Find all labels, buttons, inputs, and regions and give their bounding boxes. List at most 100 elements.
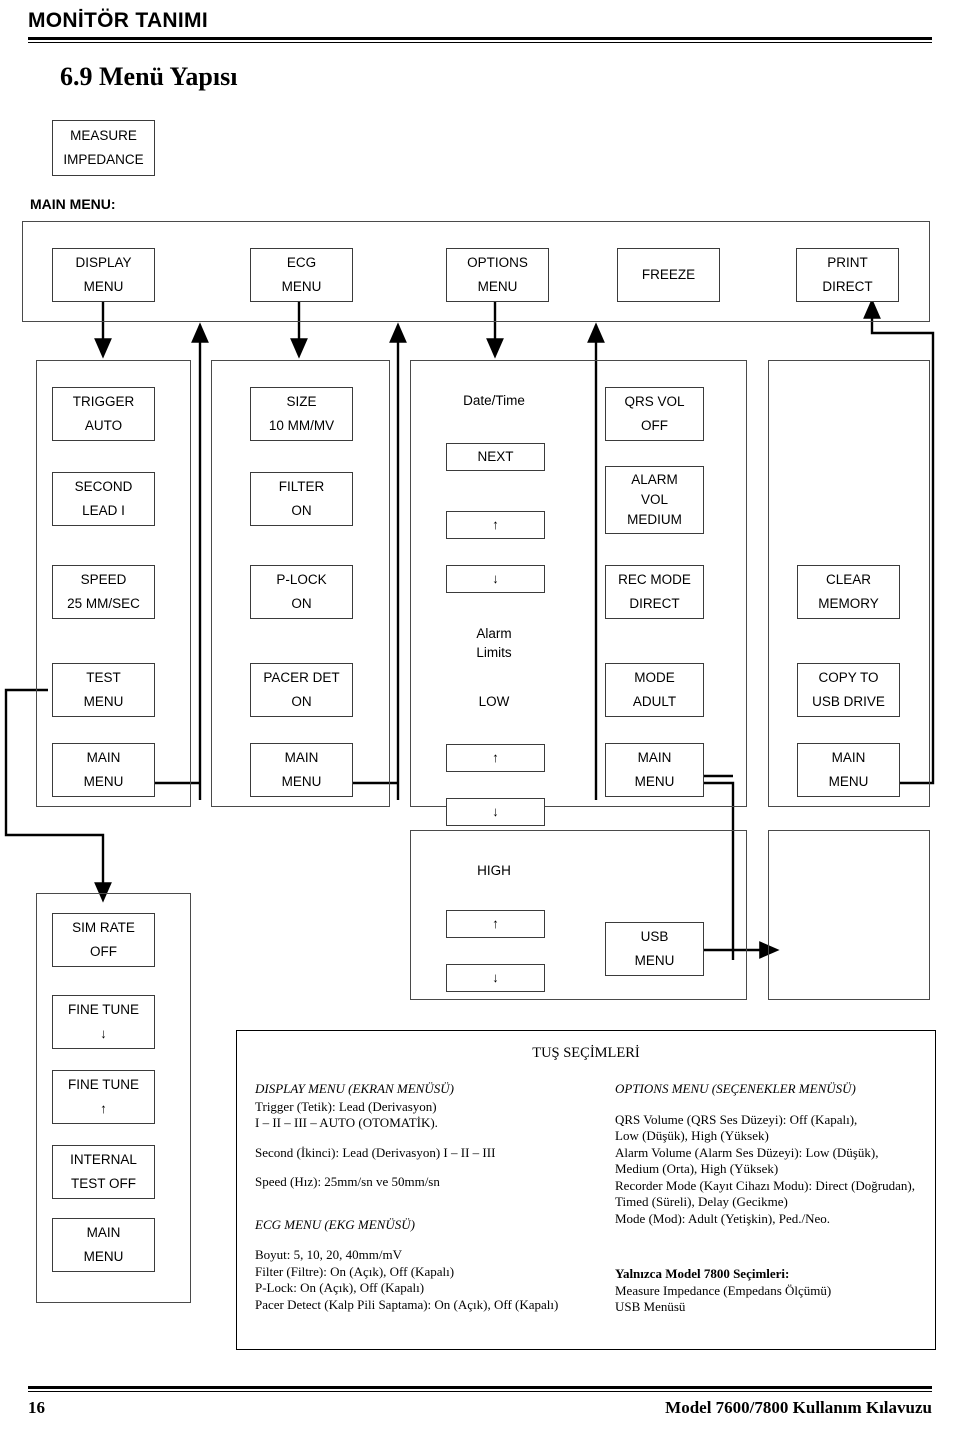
node-measure-impedance[interactable]: MEASURE IMPEDANCE	[52, 120, 155, 176]
node-p-lock[interactable]: P-LOCK ON	[250, 565, 353, 619]
display-line-1: Trigger (Tetik): Lead (Derivasyon)	[255, 1098, 437, 1114]
ecg-menu-title: ECG MENU (EKG MENÜSÜ)	[255, 1216, 415, 1232]
node-line-1: SIM RATE	[72, 920, 135, 935]
node-ecg-menu[interactable]: ECG MENU	[250, 248, 353, 302]
node-line-2: MEMORY	[818, 596, 879, 611]
options-line-5: Recorder Mode (Kayıt Cihazı Modu): Direc…	[615, 1177, 915, 1193]
node-up-arrow-1[interactable]: ↑	[446, 511, 545, 539]
node-line-1: DISPLAY	[75, 255, 132, 270]
node-line-1: PRINT	[827, 255, 868, 270]
model7800-title: Yalnızca Model 7800 Seçimleri:	[615, 1266, 790, 1281]
up-arrow-icon: ↑	[492, 517, 499, 532]
node-line-2: MENU	[281, 279, 322, 294]
down-arrow-icon: ↓	[492, 571, 499, 586]
node-display-menu[interactable]: DISPLAY MENU	[52, 248, 155, 302]
node-line-2: DIRECT	[629, 596, 680, 611]
node-options-menu[interactable]: OPTIONS MENU	[446, 248, 549, 302]
down-arrow-icon: ↓	[100, 1026, 107, 1041]
node-line-2: MENU	[477, 279, 518, 294]
node-line-2: IMPEDANCE	[63, 152, 144, 167]
down-arrow-icon: ↓	[492, 804, 499, 819]
node-mode-adult[interactable]: MODE ADULT	[605, 663, 704, 717]
node-line-1: FILTER	[278, 479, 325, 494]
node-trigger-auto[interactable]: TRIGGER AUTO	[52, 387, 155, 441]
header-rule-thin	[28, 42, 932, 43]
node-fine-tune-up[interactable]: FINE TUNE ↑	[52, 1070, 155, 1124]
node-freeze[interactable]: FREEZE	[617, 248, 720, 302]
node-print-main-menu[interactable]: MAIN MENU	[797, 743, 900, 797]
label-date-time: Date/Time	[463, 393, 525, 408]
node-options-main-menu[interactable]: MAIN MENU	[605, 743, 704, 797]
node-speed[interactable]: SPEED 25 MM/SEC	[52, 565, 155, 619]
node-alarm-vol[interactable]: ALARM VOL MEDIUM	[605, 466, 704, 534]
node-pacer-det[interactable]: PACER DET ON	[250, 663, 353, 717]
node-line-1: MAIN	[86, 1225, 121, 1240]
node-internal-test-off[interactable]: INTERNAL TEST OFF	[52, 1145, 155, 1199]
node-line-2: MENU	[83, 774, 124, 789]
node-line-1: NEXT	[477, 449, 514, 464]
node-line-2: MENU	[83, 279, 124, 294]
key-selections-right-column: OPTIONS MENU (SEÇENEKLER MENÜSÜ) QRS Vol…	[615, 1081, 925, 1316]
options-line-3: Alarm Volume (Alarm Ses Düzeyi): Low (Dü…	[615, 1144, 879, 1160]
ecg-line-3: P-Lock: On (Açık), Off (Kapalı)	[255, 1280, 425, 1295]
node-line-2: ON	[291, 596, 312, 611]
node-line-1: ECG	[286, 255, 317, 270]
ecg-line-4: Pacer Detect (Kalp Pili Saptama): On (Aç…	[255, 1296, 559, 1312]
node-line-1: TEST	[86, 670, 121, 685]
node-filter[interactable]: FILTER ON	[250, 472, 353, 526]
page-header: MONİTÖR TANIMI	[28, 8, 932, 43]
main-menu-caption: MAIN MENU:	[30, 196, 116, 212]
label-low: LOW	[478, 694, 510, 709]
node-line-1: MAIN	[86, 750, 121, 765]
node-line-1: FINE TUNE	[67, 1002, 139, 1017]
node-line-2: TEST OFF	[70, 1176, 136, 1191]
node-ecg-main-menu[interactable]: MAIN MENU	[250, 743, 353, 797]
display-line-2: I – II – III – AUTO (OTOMATİK).	[255, 1115, 438, 1130]
node-test-main-menu[interactable]: MAIN MENU	[52, 1218, 155, 1272]
node-line-1: OPTIONS	[467, 255, 528, 270]
node-line-1: MODE	[634, 670, 675, 685]
node-qrs-vol[interactable]: QRS VOL OFF	[605, 387, 704, 441]
options-line-7: Mode (Mod): Adult (Yetişkin), Ped./Neo.	[615, 1210, 830, 1226]
node-line-2: OFF	[641, 418, 668, 433]
node-print-direct[interactable]: PRINT DIRECT	[796, 248, 899, 302]
options-menu-title: OPTIONS MENU (SEÇENEKLER MENÜSÜ)	[615, 1081, 856, 1096]
node-line-2: MENU	[281, 774, 322, 789]
node-down-arrow-2[interactable]: ↓	[446, 798, 545, 826]
options-line-2: Low (Düşük), High (Yüksek)	[615, 1128, 769, 1143]
node-line-1: FINE TUNE	[67, 1077, 139, 1092]
node-line-1: SECOND	[74, 479, 133, 494]
node-display-main-menu[interactable]: MAIN MENU	[52, 743, 155, 797]
node-down-arrow-1[interactable]: ↓	[446, 565, 545, 593]
footer-rule-thick	[28, 1386, 932, 1389]
node-up-arrow-2[interactable]: ↑	[446, 744, 545, 772]
label-alarm-limits: Alarm Limits	[476, 626, 512, 660]
footer-page-number: 16	[28, 1398, 45, 1417]
node-test-menu[interactable]: TEST MENU	[52, 663, 155, 717]
node-line-1: TRIGGER	[72, 394, 135, 409]
node-fine-tune-down[interactable]: FINE TUNE ↓	[52, 995, 155, 1049]
node-line-1: P-LOCK	[276, 572, 327, 587]
node-size[interactable]: SIZE 10 MM/MV	[250, 387, 353, 441]
node-sim-rate[interactable]: SIM RATE OFF	[52, 913, 155, 967]
group-alarm-limits-lower	[410, 830, 747, 1000]
node-line-2: ON	[291, 694, 312, 709]
node-copy-to-usb-drive[interactable]: COPY TO USB DRIVE	[797, 663, 900, 717]
group-usb-menu	[768, 830, 930, 1000]
node-line-1: MEASURE	[70, 128, 137, 143]
node-line-1: MAIN	[831, 750, 866, 765]
node-next[interactable]: NEXT	[446, 443, 545, 471]
node-line-2: USB DRIVE	[812, 694, 885, 709]
node-rec-mode[interactable]: REC MODE DIRECT	[605, 565, 704, 619]
model7800-line-1: Measure Impedance (Empedans Ölçümü)	[615, 1282, 832, 1298]
page-title: MONİTÖR TANIMI	[28, 9, 208, 32]
section-heading: 6.9 Menü Yapısı	[60, 62, 238, 91]
node-second-lead[interactable]: SECOND LEAD I	[52, 472, 155, 526]
node-line-1: PACER DET	[263, 670, 340, 685]
node-line-2: ADULT	[632, 694, 677, 709]
ecg-line-1: Boyut: 5, 10, 20, 40mm/mV	[255, 1247, 402, 1262]
node-line-2: 25 MM/SEC	[67, 596, 140, 611]
node-line-2: AUTO	[84, 418, 123, 433]
options-line-1: QRS Volume (QRS Ses Düzeyi): Off (Kapalı…	[615, 1111, 858, 1127]
node-clear-memory[interactable]: CLEAR MEMORY	[797, 565, 900, 619]
